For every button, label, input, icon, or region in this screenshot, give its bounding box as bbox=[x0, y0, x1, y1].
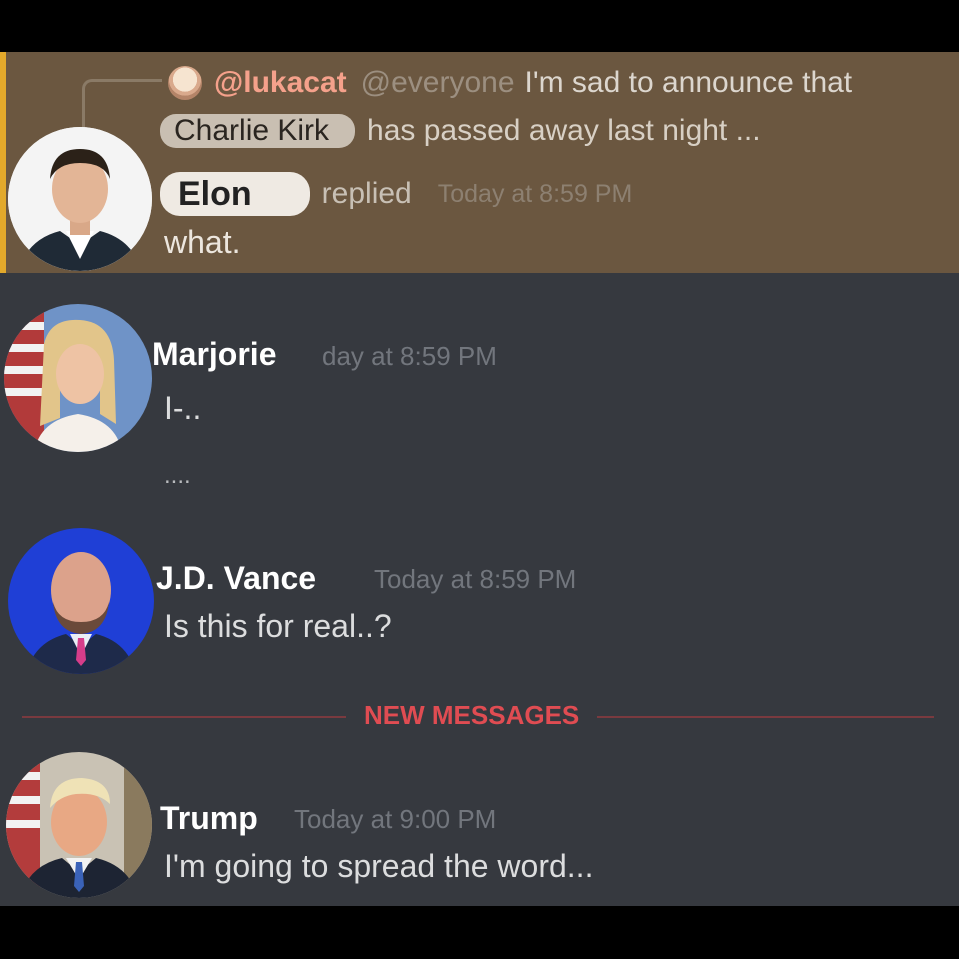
anime-avatar-icon bbox=[168, 66, 202, 100]
trump-username[interactable]: Trump bbox=[160, 800, 258, 837]
highlighted-message[interactable]: @lukacat @everyone I'm sad to announce t… bbox=[0, 52, 959, 273]
vance-username[interactable]: J.D. Vance bbox=[156, 560, 316, 597]
bottom-letterbox bbox=[0, 906, 959, 959]
reply-text-line2: has passed away last night ... bbox=[367, 114, 761, 147]
marjorie-avatar-icon bbox=[4, 304, 152, 452]
marjorie-avatar[interactable] bbox=[4, 304, 152, 452]
vance-avatar-icon bbox=[8, 528, 154, 674]
marjorie-username[interactable]: Marjorie bbox=[152, 336, 276, 373]
elon-avatar-icon bbox=[8, 127, 152, 271]
new-messages-label: NEW MESSAGES bbox=[346, 700, 598, 731]
replied-label: replied bbox=[321, 177, 412, 210]
vance-timestamp: Today at 8:59 PM bbox=[374, 564, 577, 594]
elon-username[interactable]: Elon bbox=[160, 172, 310, 216]
chat-panel: @lukacat @everyone I'm sad to announce t… bbox=[0, 52, 959, 906]
reply-reference[interactable]: @lukacat @everyone I'm sad to announce t… bbox=[168, 66, 852, 100]
vance-message-text: Is this for real..? bbox=[164, 608, 392, 644]
elon-header: Elon replied Today at 8:59 PM bbox=[160, 172, 632, 216]
trump-avatar-icon bbox=[6, 752, 152, 898]
trump-message-text: I'm going to spread the word... bbox=[164, 848, 594, 884]
everyone-mention: @everyone bbox=[360, 66, 515, 99]
top-letterbox bbox=[0, 0, 959, 52]
reply-connector bbox=[82, 79, 162, 131]
marjorie-timestamp: day at 8:59 PM bbox=[322, 341, 497, 371]
elon-avatar[interactable] bbox=[8, 127, 152, 271]
elon-timestamp: Today at 8:59 PM bbox=[437, 179, 633, 208]
trump-avatar[interactable] bbox=[6, 752, 152, 898]
marjorie-message-text: I-.. bbox=[164, 390, 202, 426]
reply-username[interactable]: @lukacat bbox=[214, 66, 347, 100]
mention-highlight-bar bbox=[0, 52, 6, 273]
trump-timestamp: Today at 9:00 PM bbox=[294, 804, 497, 834]
vance-avatar[interactable] bbox=[8, 528, 154, 674]
reply-text-line1: I'm sad to announce that bbox=[524, 66, 853, 99]
marjorie-message-text-2: .... bbox=[164, 462, 191, 489]
elon-message-text: what. bbox=[164, 224, 241, 260]
reply-reference-line2: Charlie Kirk has passed away last night … bbox=[160, 114, 761, 148]
name-pill: Charlie Kirk bbox=[160, 114, 356, 148]
